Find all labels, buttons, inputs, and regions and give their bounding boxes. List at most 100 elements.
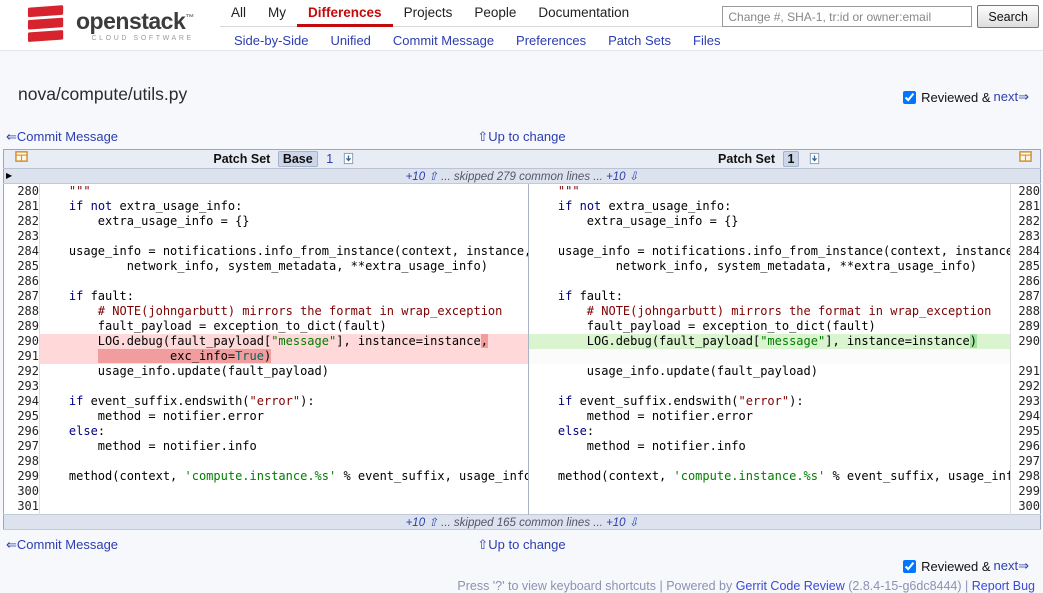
right-code-line: """ xyxy=(529,184,1011,200)
report-bug-link[interactable]: Report Bug xyxy=(972,579,1035,593)
tab-all[interactable]: All xyxy=(220,0,257,27)
right-line-number[interactable]: 282 xyxy=(1011,214,1041,229)
left-code-line: if not extra_usage_info: xyxy=(40,199,529,214)
left-line-number[interactable]: 294 xyxy=(4,394,40,409)
openstack-logo[interactable]: openstack™ CLOUD SOFTWARE xyxy=(26,4,194,44)
commit-message-link-top[interactable]: ⇐Commit Message xyxy=(6,129,118,145)
right-line-number[interactable]: 281 xyxy=(1011,199,1041,214)
view-patch-sets[interactable]: Patch Sets xyxy=(608,33,671,48)
left-line-number[interactable]: 297 xyxy=(4,439,40,454)
right-line-number[interactable]: 292 xyxy=(1011,379,1041,394)
tab-people[interactable]: People xyxy=(463,0,527,27)
left-line-number[interactable]: 299 xyxy=(4,469,40,484)
column-config-icon-left[interactable] xyxy=(15,150,28,163)
view-side-by-side[interactable]: Side-by-Side xyxy=(234,33,308,48)
left-line-number[interactable]: 291 xyxy=(4,349,40,364)
expand-down-link-bottom[interactable]: +10 ⇩ xyxy=(606,517,638,529)
right-line-number[interactable]: 280 xyxy=(1011,184,1041,200)
right-line-number[interactable] xyxy=(1011,349,1041,364)
tab-differences[interactable]: Differences xyxy=(297,0,393,27)
right-code-line: LOG.debug(fault_payload["message"], inst… xyxy=(529,334,1011,349)
tab-my[interactable]: My xyxy=(257,0,297,27)
diff-row: 281 if not extra_usage_info: if not extr… xyxy=(4,199,1041,214)
left-line-number[interactable]: 280 xyxy=(4,184,40,200)
right-line-number[interactable]: 294 xyxy=(1011,409,1041,424)
openstack-logo-icon xyxy=(26,4,68,44)
reviewed-control-top: Reviewed & next⇒ xyxy=(903,89,1029,105)
right-line-number[interactable]: 287 xyxy=(1011,289,1041,304)
left-line-number[interactable]: 301 xyxy=(4,499,40,515)
left-line-number[interactable]: 282 xyxy=(4,214,40,229)
left-line-number[interactable]: 281 xyxy=(4,199,40,214)
search-input[interactable] xyxy=(722,6,972,27)
diff-row: 285 network_info, system_metadata, **ext… xyxy=(4,259,1041,274)
right-line-number[interactable]: 288 xyxy=(1011,304,1041,319)
left-patchset-1-link[interactable]: 1 xyxy=(326,152,333,166)
view-unified[interactable]: Unified xyxy=(330,33,370,48)
tab-documentation[interactable]: Documentation xyxy=(527,0,640,27)
right-line-number[interactable]: 299 xyxy=(1011,484,1041,499)
left-line-number[interactable]: 293 xyxy=(4,379,40,394)
version-text: (2.8.4-15-g6dc8444) xyxy=(848,579,961,593)
diff-row: 300 299 xyxy=(4,484,1041,499)
left-code-line xyxy=(40,229,529,244)
left-line-number[interactable]: 288 xyxy=(4,304,40,319)
right-line-number[interactable]: 289 xyxy=(1011,319,1041,334)
left-line-number[interactable]: 295 xyxy=(4,409,40,424)
right-code-line xyxy=(529,379,1011,394)
up-to-change-link-top[interactable]: ⇧Up to change xyxy=(477,129,565,145)
expand-up-link-bottom[interactable]: +10 ⇧ xyxy=(406,517,438,529)
view-preferences[interactable]: Preferences xyxy=(516,33,586,48)
tab-projects[interactable]: Projects xyxy=(393,0,464,27)
right-line-number[interactable]: 285 xyxy=(1011,259,1041,274)
left-line-number[interactable]: 296 xyxy=(4,424,40,439)
left-line-number[interactable]: 283 xyxy=(4,229,40,244)
download-icon-right[interactable] xyxy=(808,152,821,165)
right-line-number[interactable]: 283 xyxy=(1011,229,1041,244)
left-code-line: network_info, system_metadata, **extra_u… xyxy=(40,259,529,274)
right-line-number[interactable]: 286 xyxy=(1011,274,1041,289)
reviewed-checkbox-bottom[interactable] xyxy=(903,560,916,573)
left-line-number[interactable]: 285 xyxy=(4,259,40,274)
view-commit-message[interactable]: Commit Message xyxy=(393,33,494,48)
view-files[interactable]: Files xyxy=(693,33,720,48)
left-line-number[interactable]: 287 xyxy=(4,289,40,304)
right-line-number[interactable]: 291 xyxy=(1011,364,1041,379)
reviewed-label-bottom: Reviewed & xyxy=(921,559,990,574)
right-code-line: method = notifier.info xyxy=(529,439,1011,454)
left-line-number[interactable]: 289 xyxy=(4,319,40,334)
left-line-number[interactable]: 298 xyxy=(4,454,40,469)
left-line-number[interactable]: 292 xyxy=(4,364,40,379)
commit-message-link-bottom[interactable]: ⇐Commit Message xyxy=(6,537,118,553)
diff-row: 292 usage_info.update(fault_payload) usa… xyxy=(4,364,1041,379)
left-line-number[interactable]: 290 xyxy=(4,334,40,349)
right-code-line xyxy=(529,229,1011,244)
skipped-text-top: ... skipped 279 common lines ... xyxy=(441,171,603,183)
download-icon-left[interactable] xyxy=(342,152,355,165)
expand-down-link-top[interactable]: +10 ⇩ xyxy=(606,171,638,183)
gerrit-link[interactable]: Gerrit Code Review xyxy=(736,579,845,593)
up-to-change-link-bottom[interactable]: ⇧Up to change xyxy=(477,537,565,553)
next-file-link-bottom[interactable]: next⇒ xyxy=(994,558,1029,574)
right-line-number[interactable]: 293 xyxy=(1011,394,1041,409)
right-line-number[interactable]: 290 xyxy=(1011,334,1041,349)
next-file-link-top[interactable]: next⇒ xyxy=(994,89,1029,105)
column-config-icon-right[interactable] xyxy=(1019,150,1032,163)
left-line-number[interactable]: 300 xyxy=(4,484,40,499)
right-line-number[interactable]: 296 xyxy=(1011,439,1041,454)
right-line-number[interactable]: 300 xyxy=(1011,499,1041,515)
right-line-number[interactable]: 298 xyxy=(1011,469,1041,484)
reviewed-checkbox-top[interactable] xyxy=(903,91,916,104)
file-path-title: nova/compute/utils.py xyxy=(18,84,187,105)
right-line-number[interactable]: 297 xyxy=(1011,454,1041,469)
left-line-number[interactable]: 286 xyxy=(4,274,40,289)
left-patchset-current[interactable]: Base xyxy=(278,151,318,167)
left-line-number[interactable]: 284 xyxy=(4,244,40,259)
diff-row: 290 LOG.debug(fault_payload["message"], … xyxy=(4,334,1041,349)
right-patchset-current[interactable]: 1 xyxy=(783,151,800,167)
search-button[interactable]: Search xyxy=(977,5,1039,28)
expand-up-link-top[interactable]: +10 ⇧ xyxy=(406,171,438,183)
right-line-number[interactable]: 295 xyxy=(1011,424,1041,439)
right-line-number[interactable]: 284 xyxy=(1011,244,1041,259)
navigation: All My Differences Projects People Docum… xyxy=(220,0,736,48)
